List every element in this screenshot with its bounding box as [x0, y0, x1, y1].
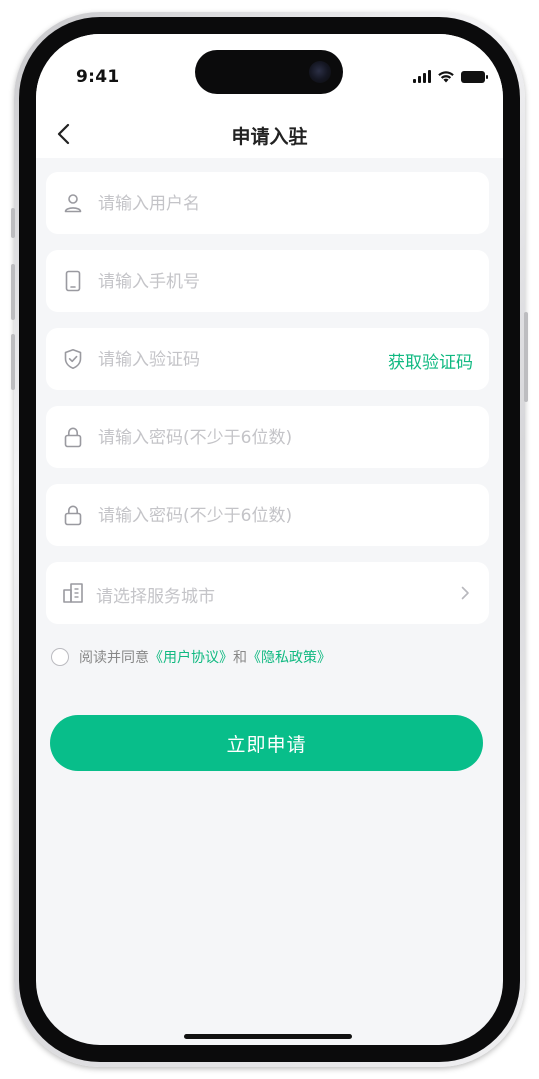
nav-bar: 申请入驻	[36, 110, 503, 158]
privacy-policy-link[interactable]: 《隐私政策》	[247, 647, 331, 667]
username-input[interactable]	[96, 188, 380, 220]
verification-code-field: 获取验证码	[46, 328, 489, 390]
status-bar: 9:41	[36, 34, 503, 110]
status-icons	[413, 69, 488, 83]
shield-icon	[64, 349, 82, 369]
action-button	[11, 208, 15, 238]
phone-field	[46, 250, 489, 312]
page-title: 申请入驻	[231, 126, 308, 148]
screen: 9:41 申请入驻 请输入用户名 请输入手机号 请输入验证码 获取验证码 请选择…	[36, 34, 503, 1045]
password-input[interactable]	[96, 422, 440, 454]
signal-icon	[413, 70, 431, 83]
status-time: 9:41	[76, 67, 120, 87]
confirm-password-field	[46, 484, 489, 546]
wifi-icon	[438, 71, 454, 83]
home-indicator	[184, 1034, 352, 1039]
dynamic-island	[195, 50, 343, 94]
volume-up-button	[11, 264, 15, 320]
city-select[interactable]: 请选择服务城市	[46, 562, 489, 624]
volume-down-button	[11, 334, 15, 390]
phone-icon	[65, 270, 81, 292]
city-select-placeholder: 请选择服务城市	[96, 587, 215, 607]
front-camera	[309, 61, 331, 83]
phone-input[interactable]	[96, 266, 380, 298]
chevron-right-icon	[461, 586, 469, 600]
user-icon	[64, 194, 82, 213]
phone-bezel: 9:41 申请入驻 请输入用户名 请输入手机号 请输入验证码 获取验证码 请选择…	[19, 17, 520, 1062]
lock-icon	[64, 427, 82, 448]
power-button	[524, 312, 528, 402]
application-form: 获取验证码	[46, 172, 489, 640]
building-icon	[63, 583, 83, 603]
submit-application-button[interactable]: 立即申请	[50, 715, 483, 771]
user-agreement-link[interactable]: 《用户协议》	[149, 647, 233, 667]
username-field	[46, 172, 489, 234]
password-field	[46, 406, 489, 468]
verification-code-input[interactable]	[96, 344, 330, 376]
battery-icon	[461, 71, 488, 83]
confirm-password-input[interactable]	[96, 500, 440, 532]
get-code-button[interactable]: 获取验证码	[388, 348, 473, 373]
agreement-checkbox[interactable]	[51, 648, 69, 666]
agreement-row: 阅读并同意 《用户协议》 和 《隐私政策》	[51, 646, 331, 668]
agreement-conjunction: 和	[233, 650, 247, 666]
agreement-prefix: 阅读并同意	[79, 650, 149, 666]
phone-frame: 9:41 申请入驻 请输入用户名 请输入手机号 请输入验证码 获取验证码 请选择…	[11, 12, 528, 1067]
lock-icon	[64, 505, 82, 526]
